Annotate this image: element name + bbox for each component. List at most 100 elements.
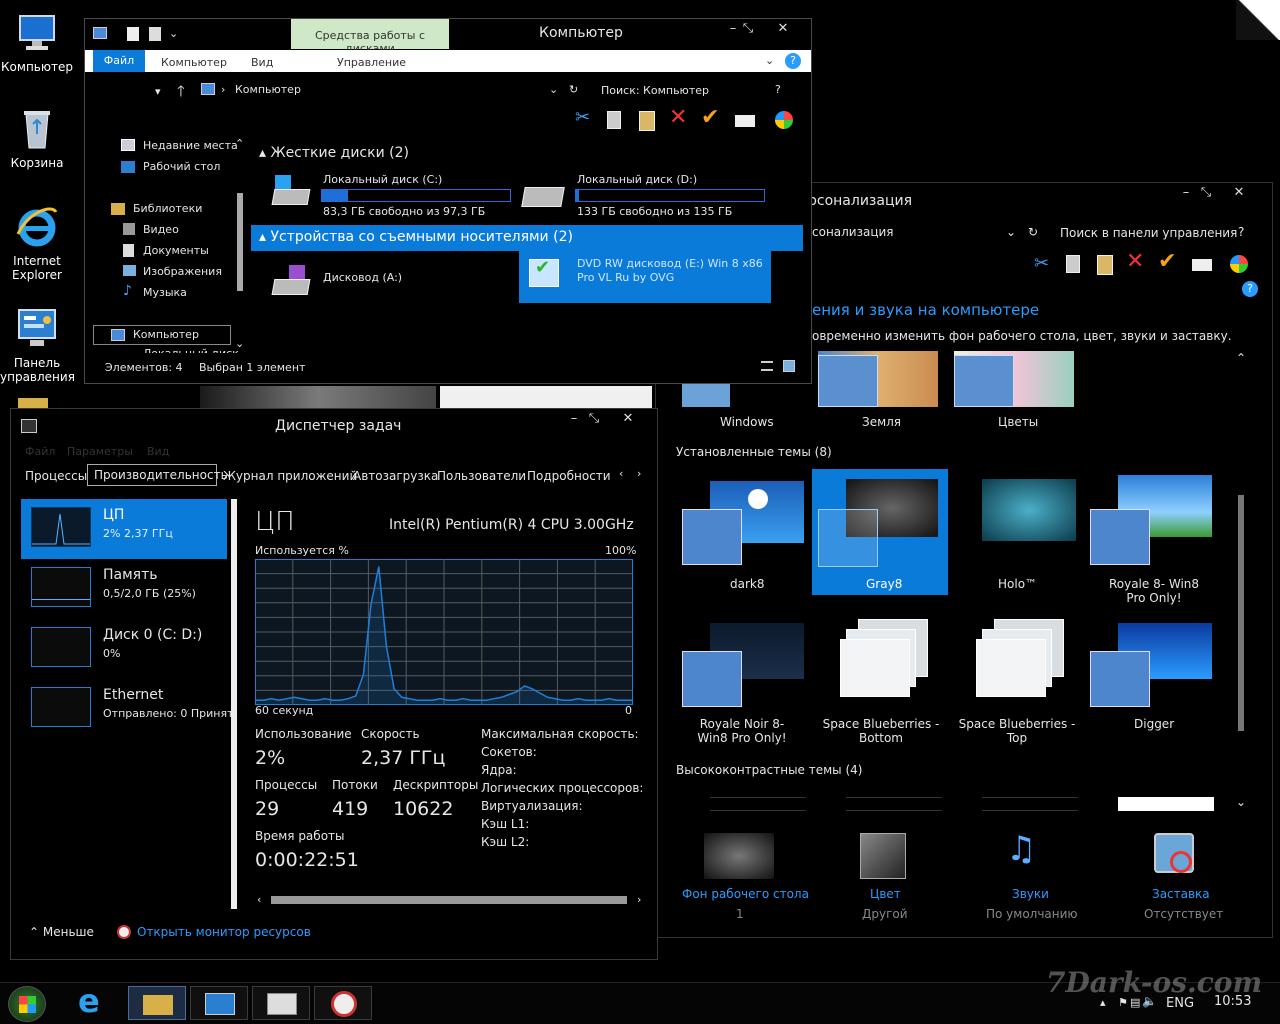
- delete-icon[interactable]: ✕: [1126, 249, 1144, 274]
- scroll-down-icon[interactable]: ⌄: [1236, 795, 1246, 809]
- dropdown-chevron-icon[interactable]: ⌄: [1006, 225, 1016, 239]
- nav-scrollbar[interactable]: [237, 193, 243, 291]
- theme-royale8[interactable]: [1088, 473, 1212, 573]
- hc-theme[interactable]: [846, 797, 942, 811]
- details-view-icon[interactable]: [761, 361, 773, 371]
- ribbon-expand-icon[interactable]: ⌄: [765, 54, 774, 67]
- windows-logo-icon[interactable]: [1230, 255, 1248, 273]
- delete-icon[interactable]: ✕: [669, 105, 687, 130]
- tabs-right-icon[interactable]: ›: [637, 467, 641, 480]
- close-button[interactable]: ✕: [1224, 183, 1254, 203]
- theme-space-blueberries-bottom[interactable]: [840, 619, 936, 709]
- desktop-background-thumb[interactable]: [704, 833, 774, 879]
- help-icon[interactable]: ?: [1238, 225, 1244, 239]
- theme-dark8[interactable]: [680, 479, 804, 565]
- scroll-up-icon[interactable]: ⌃: [1236, 351, 1246, 365]
- side-disk-name[interactable]: Диск 0 (C: D:): [103, 627, 202, 643]
- maximize-button[interactable]: ⤡: [579, 409, 609, 429]
- side-ethernet-name[interactable]: Ethernet: [103, 687, 163, 703]
- tray-expand-icon[interactable]: ▴: [1100, 996, 1106, 1009]
- tab-app-history[interactable]: Журнал приложений: [223, 469, 357, 483]
- context-tab[interactable]: Средства работы с дисками: [291, 19, 449, 55]
- maximize-button[interactable]: ⤡: [1191, 183, 1221, 203]
- nav-item-recent[interactable]: Недавние места: [143, 139, 238, 152]
- nav-item-documents[interactable]: Документы: [143, 244, 209, 257]
- nav-item-pictures[interactable]: Изображения: [143, 265, 222, 278]
- tab-processes[interactable]: Процессы: [25, 469, 87, 483]
- large-icons-view-icon[interactable]: [783, 360, 795, 372]
- theme-holo[interactable]: [982, 479, 1076, 541]
- network-icon[interactable]: ▤: [1130, 996, 1140, 1009]
- theme-royale-noir[interactable]: [680, 621, 804, 711]
- group-removable[interactable]: ▴ Устройства со съемными носителями (2): [251, 225, 803, 251]
- back-dropdown-icon[interactable]: ▾: [155, 85, 161, 98]
- nav-item-computer[interactable]: Компьютер: [133, 328, 199, 341]
- help-circle-icon[interactable]: ?: [785, 53, 801, 69]
- group-hdd[interactable]: ▴ Жесткие диски (2): [259, 145, 409, 161]
- computer-small-icon[interactable]: [93, 27, 107, 39]
- desktop-icon-computer[interactable]: Компьютер: [0, 10, 74, 74]
- taskbar-control-panel[interactable]: [190, 986, 248, 1020]
- qat-dropdown-icon[interactable]: ⌄: [169, 27, 178, 40]
- start-button[interactable]: [8, 986, 46, 1022]
- ethernet-mini-graph[interactable]: [31, 687, 91, 727]
- close-button[interactable]: ✕: [613, 409, 643, 429]
- language-indicator[interactable]: ENG: [1166, 996, 1194, 1011]
- nav-item-desktop[interactable]: Рабочий стол: [143, 160, 220, 173]
- search-input[interactable]: Поиск в панели управления: [1060, 226, 1237, 240]
- menu-view[interactable]: Вид: [147, 445, 169, 458]
- memory-mini-graph[interactable]: [31, 567, 91, 607]
- tab-manage[interactable]: Управление: [337, 56, 406, 69]
- volume-icon[interactable]: 🔈: [1142, 994, 1157, 1008]
- nav-scroll-down-icon[interactable]: ⌄: [235, 337, 244, 350]
- nav-collapse-icon[interactable]: ⌃: [235, 137, 244, 150]
- paste-icon[interactable]: [639, 111, 655, 131]
- color-link[interactable]: Цвет: [870, 887, 901, 901]
- taskbar-explorer[interactable]: [128, 986, 186, 1020]
- menu-file[interactable]: Файл: [25, 445, 55, 458]
- sounds-icon[interactable]: ♫: [1006, 829, 1036, 869]
- desktop-icon-internet-explorer[interactable]: Internet Explorer: [0, 204, 74, 282]
- side-memory-name[interactable]: Память: [103, 567, 158, 583]
- new-folder-small-icon[interactable]: [149, 27, 161, 41]
- cut-icon[interactable]: ✂: [575, 107, 590, 128]
- tab-startup[interactable]: Автозагрузка: [353, 469, 438, 483]
- theme-space-blueberries-top[interactable]: [976, 619, 1072, 709]
- floppy-drive-name[interactable]: Дисковод (A:): [323, 271, 402, 284]
- tab-performance[interactable]: Производительность: [87, 464, 228, 486]
- check-icon[interactable]: ✔: [1158, 249, 1176, 274]
- clock[interactable]: 10:53: [1214, 994, 1251, 1009]
- nav-item-local-disk[interactable]: Локальный диск: [143, 347, 239, 353]
- copy-icon[interactable]: [607, 111, 621, 129]
- up-icon[interactable]: 🡑: [177, 81, 185, 106]
- tabs-left-icon[interactable]: ‹: [619, 467, 623, 480]
- hc-theme[interactable]: [710, 797, 806, 811]
- desktop-background-link[interactable]: Фон рабочего стола: [682, 887, 809, 901]
- screensaver-link[interactable]: Заставка: [1152, 887, 1210, 901]
- hc-theme[interactable]: [982, 797, 1078, 811]
- scrollbar[interactable]: [1238, 495, 1244, 731]
- resource-monitor-link[interactable]: Открыть монитор ресурсов: [137, 925, 311, 939]
- refresh-icon[interactable]: ↻: [1028, 225, 1038, 239]
- tab-users[interactable]: Пользователи: [437, 469, 526, 483]
- breadcrumb[interactable]: сонализация: [812, 225, 894, 239]
- fewer-details-button[interactable]: ⌃ Меньше: [29, 925, 94, 939]
- hscroll-right-icon[interactable]: ›: [637, 893, 641, 906]
- maximize-button[interactable]: ⤡: [733, 19, 763, 39]
- nav-item-music[interactable]: Музыка: [143, 286, 187, 299]
- sounds-link[interactable]: Звуки: [1012, 887, 1049, 901]
- drive-c-name[interactable]: Локальный диск (C:): [323, 173, 442, 186]
- address-bar[interactable]: Компьютер: [235, 83, 301, 96]
- taskbar-task-manager[interactable]: [252, 986, 310, 1020]
- menu-options[interactable]: Параметры: [67, 445, 133, 458]
- nav-item-video[interactable]: Видео: [143, 223, 179, 236]
- taskbar-resource-monitor[interactable]: [314, 986, 372, 1020]
- tab-details[interactable]: Подробности: [527, 469, 611, 483]
- disk-mini-graph[interactable]: [31, 627, 91, 667]
- properties-icon[interactable]: [735, 115, 755, 127]
- check-icon[interactable]: ✔: [701, 105, 719, 130]
- tab-view[interactable]: Вид: [251, 56, 273, 69]
- drive-d-name[interactable]: Локальный диск (D:): [577, 173, 697, 186]
- desktop-icon-recycle-bin[interactable]: Корзина: [0, 106, 74, 170]
- tab-file[interactable]: Файл: [93, 50, 145, 72]
